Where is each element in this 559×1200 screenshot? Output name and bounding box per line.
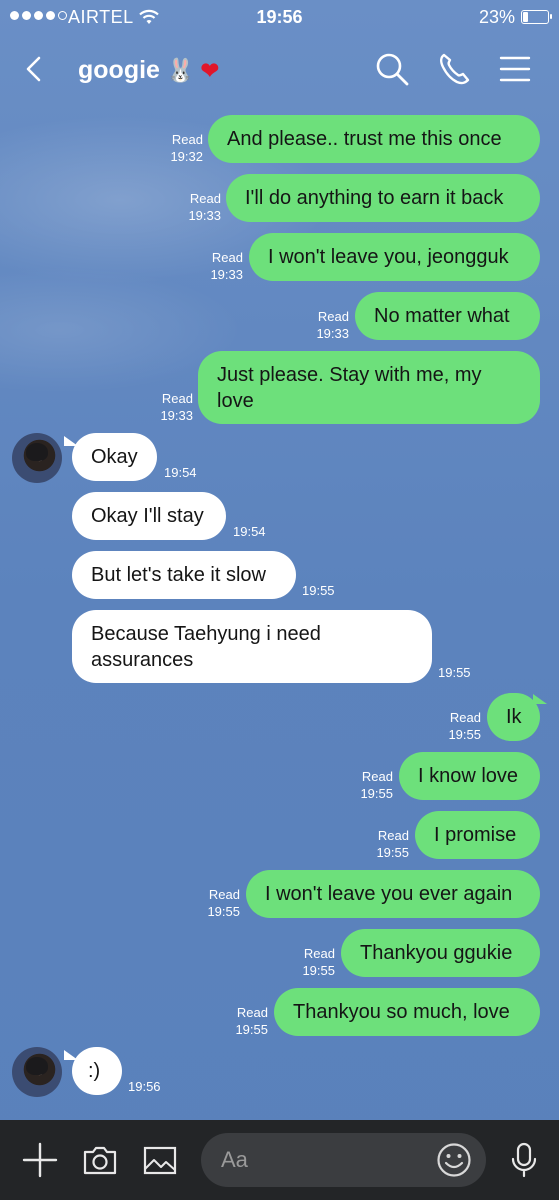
read-receipt: Read 19:33 — [210, 250, 243, 282]
contact-name[interactable]: googie 🐰 ❤ — [78, 56, 219, 85]
incoming-message[interactable]: Okay I'll stay — [72, 492, 226, 540]
microphone-icon[interactable] — [506, 1142, 542, 1178]
outgoing-message[interactable]: Just please. Stay with me, my love — [198, 351, 540, 424]
outgoing-message[interactable]: Thankyou so much, love — [274, 988, 540, 1036]
outgoing-message[interactable]: I won't leave you ever again — [246, 870, 540, 918]
incoming-message[interactable]: But let's take it slow — [72, 551, 296, 599]
composer-bar — [0, 1120, 559, 1200]
read-receipt: Read 19:55 — [448, 710, 481, 742]
read-receipt: Read 19:55 — [207, 887, 240, 919]
message-list[interactable]: Read 19:32 And please.. trust me this onc… — [0, 106, 559, 1120]
contact-avatar[interactable] — [12, 433, 62, 483]
battery-icon — [521, 10, 552, 24]
message-time: 19:54 — [164, 465, 197, 480]
incoming-message[interactable]: Okay — [72, 433, 157, 481]
clock: 19:56 — [256, 7, 303, 27]
read-receipt: Read 19:33 — [188, 191, 221, 223]
outgoing-message[interactable]: Thankyou ggukie — [341, 929, 540, 977]
message-time: 19:55 — [438, 665, 471, 680]
outgoing-message[interactable]: I won't leave you, jeongguk — [249, 233, 540, 281]
outgoing-message[interactable]: I know love — [399, 752, 540, 800]
read-receipt: Read 19:55 — [235, 1005, 268, 1037]
read-receipt: Read 19:55 — [376, 828, 409, 860]
emoji-icon[interactable] — [436, 1142, 472, 1178]
contact-name-text: googie — [78, 56, 160, 84]
contact-avatar[interactable] — [12, 1047, 62, 1097]
bubble-tail — [533, 694, 547, 704]
camera-icon[interactable] — [82, 1142, 118, 1178]
incoming-message[interactable]: Because Taehyung i need assurances — [72, 610, 432, 683]
status-bar: AIRTEL 19:56 23% — [0, 0, 559, 36]
chat-header: googie 🐰 ❤ — [0, 36, 559, 106]
read-receipt: Read 19:33 — [160, 391, 193, 423]
message-time: 19:56 — [128, 1079, 161, 1094]
read-receipt: Read 19:55 — [302, 946, 335, 978]
menu-icon[interactable] — [498, 52, 532, 86]
search-icon[interactable] — [375, 52, 409, 86]
heart-emoji-icon: ❤ — [200, 57, 220, 83]
image-icon[interactable] — [142, 1142, 178, 1178]
phone-icon[interactable] — [437, 52, 471, 86]
read-receipt: Read 19:32 — [170, 132, 203, 164]
bunny-emoji-icon: 🐰 — [165, 57, 195, 83]
back-chevron-icon[interactable] — [20, 54, 50, 84]
read-receipt: Read 19:33 — [316, 309, 349, 341]
outgoing-message[interactable]: No matter what — [355, 292, 540, 340]
outgoing-message[interactable]: And please.. trust me this once — [208, 115, 540, 163]
message-time: 19:55 — [302, 583, 335, 598]
battery-percent: 23% — [478, 7, 515, 27]
outgoing-message[interactable]: I'll do anything to earn it back — [226, 174, 540, 222]
incoming-message[interactable]: :) — [72, 1047, 122, 1095]
plus-icon[interactable] — [22, 1142, 58, 1178]
outgoing-message[interactable]: I promise — [415, 811, 540, 859]
message-time: 19:54 — [233, 524, 266, 539]
read-receipt: Read 19:55 — [360, 769, 393, 801]
